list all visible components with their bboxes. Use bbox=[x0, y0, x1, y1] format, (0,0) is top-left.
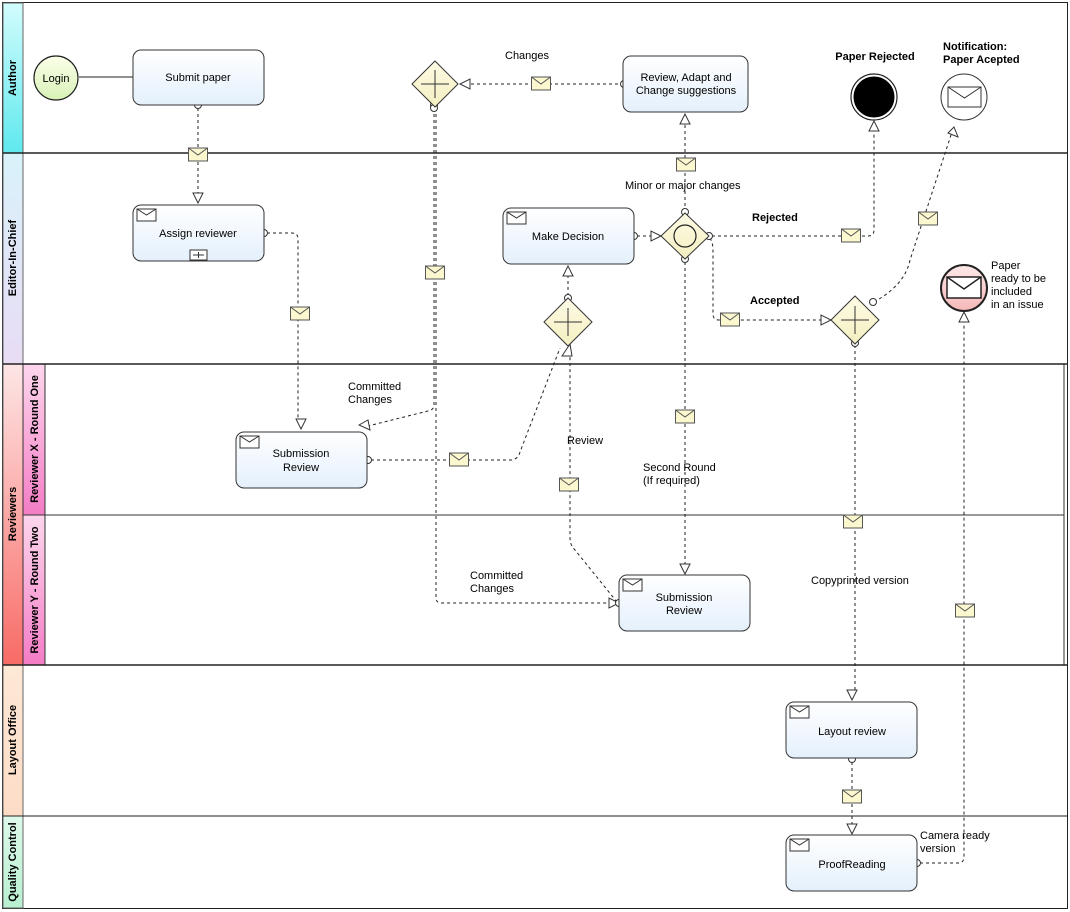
login-label: Login bbox=[43, 73, 70, 85]
envelope-icon bbox=[622, 578, 643, 592]
task-label: Change suggestions bbox=[636, 85, 737, 97]
envelope-icon bbox=[946, 276, 982, 299]
flow-label-committed-2a: Committed bbox=[470, 570, 523, 582]
paper-ready-label-2: ready to be bbox=[991, 273, 1046, 285]
envelope-icon bbox=[239, 435, 260, 449]
start-event-login[interactable]: Login bbox=[33, 55, 79, 101]
task-assign-reviewer[interactable]: Assign reviewer bbox=[132, 204, 265, 262]
flow-label-minor-major: Minor or major changes bbox=[625, 180, 741, 192]
message-envelope-icon bbox=[955, 603, 975, 618]
message-envelope-icon bbox=[720, 312, 740, 327]
lane-layout: Layout Office bbox=[2, 664, 24, 817]
lane-label-layout: Layout Office bbox=[7, 705, 19, 775]
task-label: Review bbox=[666, 605, 702, 617]
notification-label-2: Paper Acepted bbox=[943, 54, 1020, 66]
bpmn-diagram: Author Editor-In-Chief Reviewers Reviewe… bbox=[2, 2, 1068, 909]
task-label: Assign reviewer bbox=[159, 228, 237, 240]
envelope-icon bbox=[506, 211, 527, 225]
message-envelope-icon bbox=[290, 306, 310, 321]
lane-label-reviewers: Reviewers bbox=[7, 487, 19, 541]
message-envelope-icon bbox=[425, 265, 445, 280]
lane-label-author: Author bbox=[7, 59, 19, 96]
flow-label-second-round-2: (If required) bbox=[643, 475, 700, 487]
task-review-adapt[interactable]: Review, Adapt and Change suggestions bbox=[622, 55, 749, 113]
notification-label-1: Notification: bbox=[943, 41, 1007, 53]
task-make-decision[interactable]: Make Decision bbox=[502, 207, 635, 265]
task-label: Submission bbox=[273, 448, 330, 460]
flow-label-rejected: Rejected bbox=[752, 212, 798, 224]
envelope-icon bbox=[789, 838, 810, 852]
lane-editor: Editor-In-Chief bbox=[2, 152, 24, 365]
pool-frame bbox=[2, 2, 1068, 909]
message-envelope-icon bbox=[676, 157, 696, 172]
message-envelope-icon bbox=[842, 789, 862, 804]
task-label: Submit paper bbox=[165, 72, 231, 84]
task-layout-review[interactable]: Layout review bbox=[785, 701, 918, 759]
flow-label-camera-1: Camera ready bbox=[920, 830, 990, 842]
message-envelope-icon bbox=[841, 228, 861, 243]
paper-ready-label-4: in an issue bbox=[991, 299, 1044, 311]
task-proofreading[interactable]: ProofReading bbox=[785, 834, 918, 892]
flow-label-changes: Changes bbox=[505, 50, 550, 62]
message-envelope-icon bbox=[675, 409, 695, 424]
message-envelope-icon bbox=[449, 452, 469, 467]
paper-ready-label-3: included bbox=[991, 286, 1032, 298]
task-label: Make Decision bbox=[532, 231, 604, 243]
flow-label-camera-2: version bbox=[920, 843, 955, 855]
task-submission-review-2[interactable]: Submission Review bbox=[618, 574, 751, 632]
paper-ready-label-1: Paper bbox=[991, 260, 1021, 272]
task-label: ProofReading bbox=[818, 859, 885, 871]
subprocess-expand-icon[interactable] bbox=[189, 249, 208, 261]
envelope-icon bbox=[947, 86, 982, 108]
task-label: Layout review bbox=[818, 726, 886, 738]
lane-label-reviewer-y: Reviewer Y - Round Two bbox=[29, 526, 41, 653]
task-submit-paper[interactable]: Submit paper bbox=[132, 49, 265, 106]
envelope-icon bbox=[789, 705, 810, 719]
message-envelope-icon bbox=[843, 514, 863, 529]
lane-author: Author bbox=[2, 2, 24, 154]
flow-label-review: Review bbox=[567, 435, 603, 447]
flow-label-accepted: Accepted bbox=[750, 295, 800, 307]
task-label: Submission bbox=[656, 592, 713, 604]
envelope-icon bbox=[136, 208, 157, 222]
task-label: Review bbox=[283, 462, 319, 474]
task-submission-review-1[interactable]: Submission Review bbox=[235, 431, 368, 489]
task-label: Review, Adapt and bbox=[640, 72, 731, 84]
lane-quality: Quality Control bbox=[2, 815, 24, 909]
message-envelope-icon bbox=[531, 76, 551, 91]
flow-label-second-round-1: Second Round bbox=[643, 462, 716, 474]
lane-label-editor: Editor-In-Chief bbox=[7, 219, 19, 296]
paper-rejected-label: Paper Rejected bbox=[835, 51, 914, 63]
lane-label-quality: Quality Control bbox=[7, 822, 19, 901]
flow-label-committed-1a: Committed bbox=[348, 381, 401, 393]
message-envelope-icon bbox=[188, 147, 208, 162]
flow-label-committed-2b: Changes bbox=[470, 583, 515, 595]
message-envelope-icon bbox=[559, 477, 579, 492]
message-envelope-icon bbox=[918, 211, 938, 226]
flow-source-marker bbox=[869, 298, 877, 306]
flow-label-copyprinted: Copyprinted version bbox=[811, 575, 909, 587]
flow-label-committed-1b: Changes bbox=[348, 394, 393, 406]
lane-label-reviewer-x: Reviewer X - Round One bbox=[29, 375, 41, 503]
